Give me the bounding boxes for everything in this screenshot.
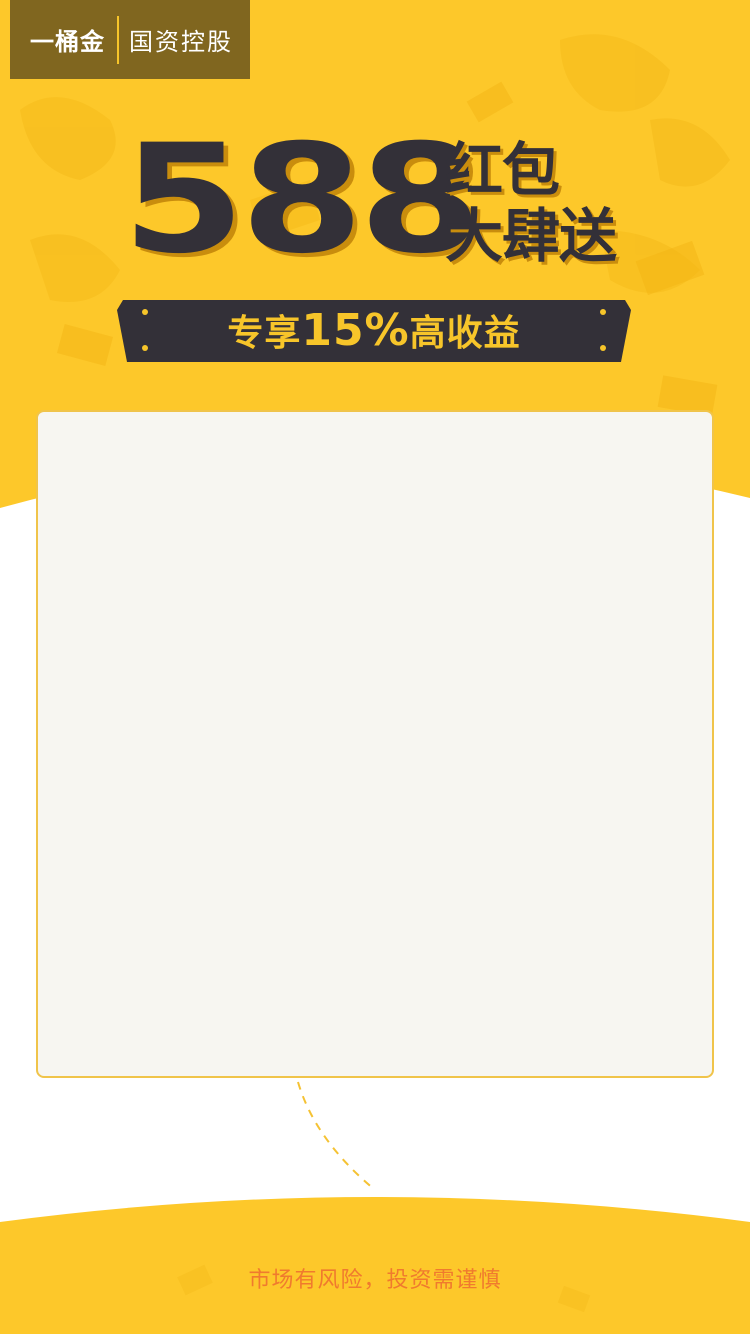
brand-divider: [117, 15, 119, 64]
brand-logo-text: 一桶金: [30, 28, 105, 56]
promo-headline: 588 红包 大肆送: [122, 125, 642, 285]
ribbon-rate: 15%: [301, 305, 410, 356]
ribbon-text: 专享15%高收益: [117, 298, 631, 364]
content-card: [36, 410, 714, 1078]
headline-line-1: 红包: [445, 136, 560, 204]
brand-badge: 一桶金 国资控股: [10, 0, 250, 79]
ribbon-suffix: 高收益: [409, 313, 521, 354]
brand-slogan: 国资控股: [129, 28, 233, 56]
ribbon-prefix: 专享: [227, 313, 302, 354]
risk-notice: 市场有风险，投资需谨慎: [248, 1268, 502, 1293]
red-packet-amount: 588: [122, 113, 482, 287]
headline-line-2: 大肆送: [445, 202, 617, 270]
promo-page: 一桶金 国资控股 588 红包 大肆送 专享15%高收益 市场有风险，投资需谨慎: [0, 0, 750, 1334]
headline-side-text: 红包 大肆送: [445, 137, 645, 269]
yield-ribbon: 专享15%高收益: [117, 298, 631, 364]
